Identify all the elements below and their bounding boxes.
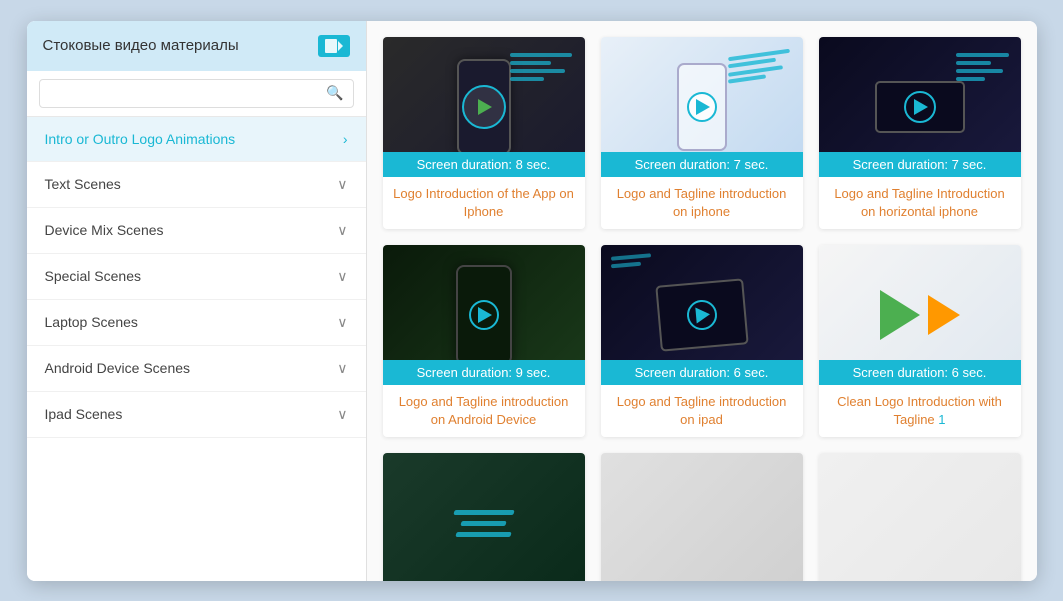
sidebar-item-intro-outro[interactable]: Intro or Outro Logo Animations › (27, 117, 366, 162)
sidebar-item-device-mix[interactable]: Device Mix Scenes ∨ (27, 208, 366, 254)
card-4-thumb: Screen duration: 9 sec. (383, 245, 585, 385)
sidebar-item-label: Text Scenes (45, 176, 121, 192)
card-7-thumb (383, 453, 585, 580)
card-5-thumb: Screen duration: 6 sec. (601, 245, 803, 385)
sidebar-title: Стоковые видео материалы (43, 37, 239, 54)
card-5-title-text: Logo and Tagline introduction on ipad (611, 393, 793, 429)
sidebar-item-label: Device Mix Scenes (45, 222, 164, 238)
card-2-duration: Screen duration: 7 sec. (601, 152, 803, 177)
card-6-duration: Screen duration: 6 sec. (819, 360, 1021, 385)
sidebar-item-label: Special Scenes (45, 268, 142, 284)
play-triangle-2 (696, 99, 710, 115)
sidebar-arrow-laptop: ∨ (337, 314, 347, 331)
card-2-title: Logo and Tagline introduction on iphone (601, 177, 803, 229)
card-6-title-text: Clean Logo Introduction with Tagline 1 (829, 393, 1011, 429)
search-icon: 🔍 (326, 85, 343, 102)
sidebar-item-label: Laptop Scenes (45, 314, 138, 330)
play-icon-1 (462, 85, 506, 129)
card-2-thumb: Screen duration: 7 sec. (601, 37, 803, 177)
card-6[interactable]: Screen duration: 6 sec. Clean Logo Intro… (819, 245, 1021, 437)
sidebar-arrow-intro: › (343, 131, 348, 147)
play-triangle-1 (478, 99, 492, 115)
sidebar-item-special[interactable]: Special Scenes ∨ (27, 254, 366, 300)
card-4-duration: Screen duration: 9 sec. (383, 360, 585, 385)
sidebar-header: Стоковые видео материалы (27, 21, 366, 71)
play-triangle-4 (478, 307, 492, 323)
sidebar-nav: Intro or Outro Logo Animations › Text Sc… (27, 117, 366, 581)
sidebar-arrow-android: ∨ (337, 360, 347, 377)
sidebar-item-label: Android Device Scenes (45, 360, 191, 376)
sidebar-arrow-special: ∨ (337, 268, 347, 285)
sidebar-arrow-text: ∨ (337, 176, 347, 193)
sidebar-search-container: 🔍 (27, 71, 366, 117)
card-4[interactable]: Screen duration: 9 sec. Logo and Tagline… (383, 245, 585, 437)
play-triangle-5 (695, 306, 710, 323)
card-8[interactable] (601, 453, 803, 580)
card-1-duration: Screen duration: 8 sec. (383, 152, 585, 177)
card-3-duration: Screen duration: 7 sec. (819, 152, 1021, 177)
card-6-title: Clean Logo Introduction with Tagline 1 (819, 385, 1021, 437)
sidebar-item-label: Ipad Scenes (45, 406, 123, 422)
card-1-thumb: Screen duration: 8 sec. (383, 37, 585, 177)
sidebar-item-label: Intro or Outro Logo Animations (45, 131, 236, 147)
sidebar-arrow-device-mix: ∨ (337, 222, 347, 239)
card-6-number: 1 (938, 412, 945, 427)
card-6-thumb: Screen duration: 6 sec. (819, 245, 1021, 385)
card-8-thumb (601, 453, 803, 580)
app-window: Стоковые видео материалы 🔍 Intro or Outr… (27, 21, 1037, 581)
card-4-title: Logo and Tagline introduction on Android… (383, 385, 585, 437)
card-7[interactable] (383, 453, 585, 580)
video-icon (318, 35, 350, 57)
search-input[interactable] (39, 79, 354, 108)
card-5[interactable]: Screen duration: 6 sec. Logo and Tagline… (601, 245, 803, 437)
sidebar-item-laptop[interactable]: Laptop Scenes ∨ (27, 300, 366, 346)
sidebar-arrow-ipad: ∨ (337, 406, 347, 423)
sidebar: Стоковые видео материалы 🔍 Intro or Outr… (27, 21, 367, 581)
card-3-title-text: Logo and Tagline Introduction on horizon… (829, 185, 1011, 221)
card-2-title-text: Logo and Tagline introduction on iphone (611, 185, 793, 221)
card-4-title-text: Logo and Tagline introduction on Android… (393, 393, 575, 429)
cards-grid: Screen duration: 8 sec. Logo Introductio… (383, 37, 1021, 581)
card-1-title-text: Logo Introduction of the App on Iphone (393, 185, 575, 221)
sidebar-item-text-scenes[interactable]: Text Scenes ∨ (27, 162, 366, 208)
card-5-title: Logo and Tagline introduction on ipad (601, 385, 803, 437)
card-3[interactable]: Screen duration: 7 sec. Logo and Tagline… (819, 37, 1021, 229)
card-5-duration: Screen duration: 6 sec. (601, 360, 803, 385)
play-triangle-3 (914, 99, 928, 115)
sidebar-item-android[interactable]: Android Device Scenes ∨ (27, 346, 366, 392)
card-9[interactable] (819, 453, 1021, 580)
sidebar-item-ipad[interactable]: Ipad Scenes ∨ (27, 392, 366, 438)
card-3-title: Logo and Tagline Introduction on horizon… (819, 177, 1021, 229)
card-9-thumb (819, 453, 1021, 580)
card-2[interactable]: Screen duration: 7 sec. Logo and Tagline… (601, 37, 803, 229)
card-1[interactable]: Screen duration: 8 sec. Logo Introductio… (383, 37, 585, 229)
card-3-thumb: Screen duration: 7 sec. (819, 37, 1021, 177)
card-1-title: Logo Introduction of the App on Iphone (383, 177, 585, 229)
main-content: Screen duration: 8 sec. Logo Introductio… (367, 21, 1037, 581)
